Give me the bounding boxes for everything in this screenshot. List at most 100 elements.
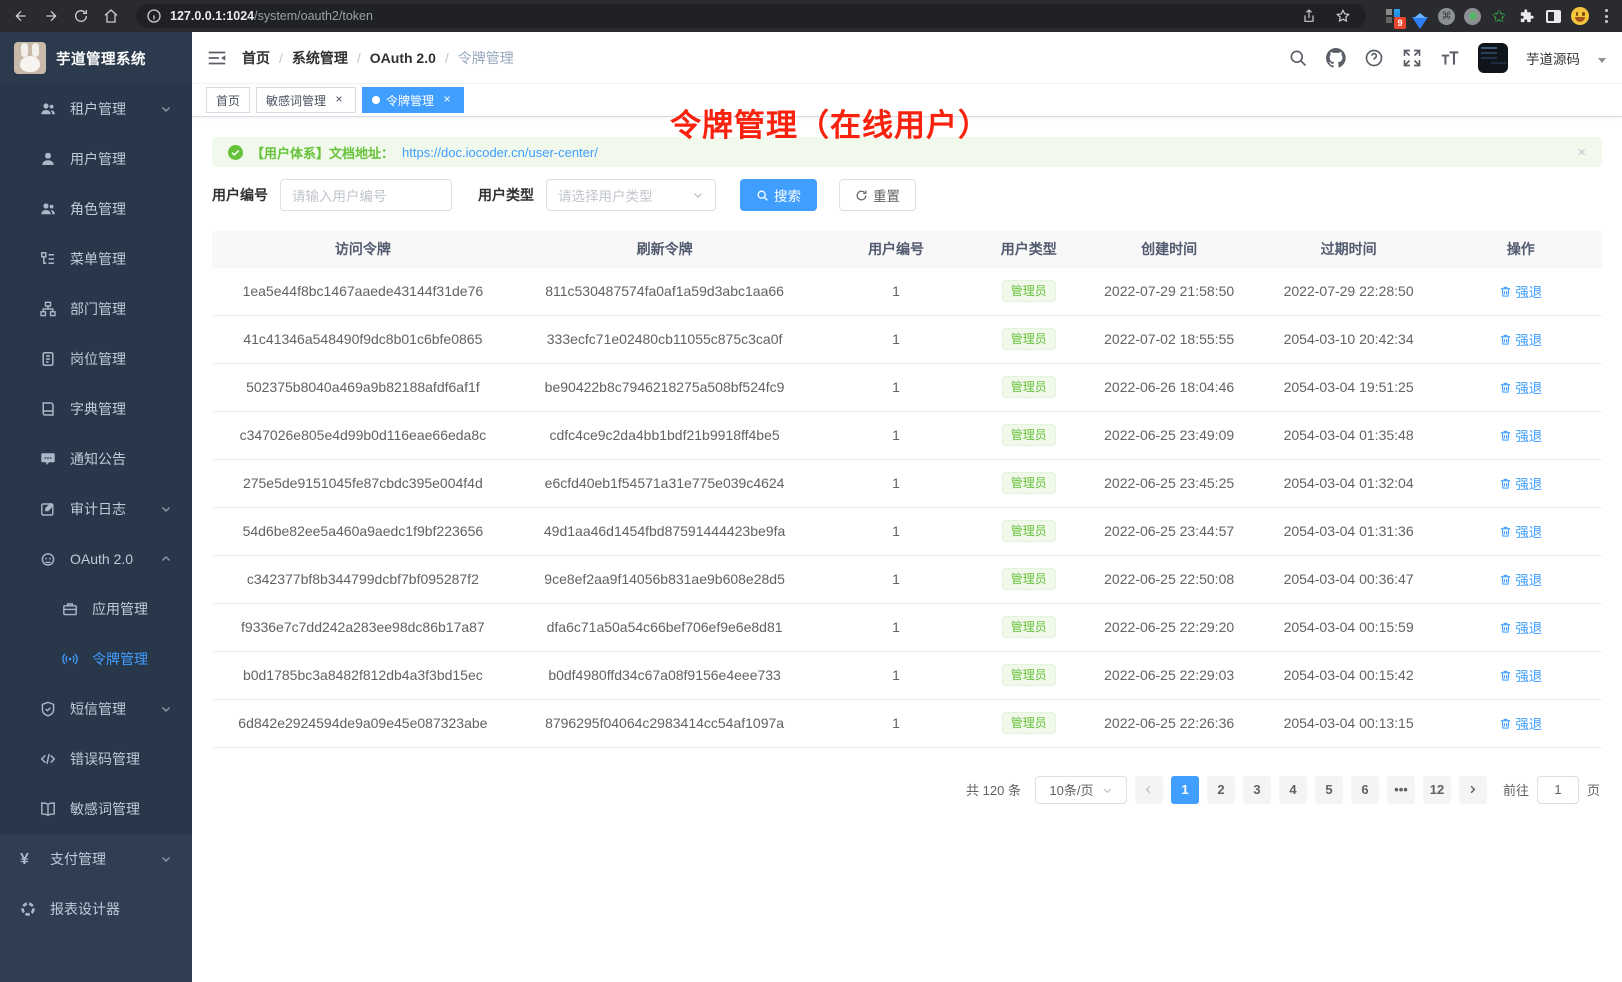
breadcrumb-item[interactable]: OAuth 2.0 [370, 50, 436, 66]
app-logo[interactable]: 芋道管理系统 [0, 32, 192, 84]
search-button[interactable]: 搜索 [740, 179, 817, 211]
sidebar-item-sms[interactable]: 短信管理 [0, 684, 192, 734]
user-id-input[interactable]: 请输入用户编号 [280, 179, 452, 211]
extensions-puzzle-icon[interactable] [1517, 7, 1535, 25]
page-button-12[interactable]: 12 [1423, 776, 1451, 804]
user-avatar[interactable] [1478, 43, 1508, 73]
sidebar-item-pay[interactable]: ¥支付管理 [0, 834, 192, 884]
user-type-badge: 管理员 [1002, 616, 1056, 638]
next-page-button[interactable] [1459, 776, 1487, 804]
tab-敏感词管理[interactable]: 敏感词管理× [256, 87, 356, 113]
force-logout-button[interactable]: 强退 [1499, 377, 1542, 397]
cell-created: 2022-06-25 22:29:20 [1081, 603, 1258, 651]
cell-action: 强退 [1440, 651, 1602, 699]
user-icon [40, 151, 56, 167]
sidebar-item-dept[interactable]: 部门管理 [0, 284, 192, 334]
page-button-4[interactable]: 4 [1279, 776, 1307, 804]
extension-star-icon[interactable]: ✩ [1490, 7, 1508, 25]
sidebar-item-menu[interactable]: 菜单管理 [0, 234, 192, 284]
sidebar-item-notice[interactable]: 通知公告 [0, 434, 192, 484]
page-button-2[interactable]: 2 [1207, 776, 1235, 804]
bookmark-star-icon[interactable] [1330, 3, 1356, 29]
prev-page-button[interactable] [1135, 776, 1163, 804]
sidebar-item-label: 令牌管理 [92, 649, 148, 669]
sidebar-item-oauth2-token[interactable]: 令牌管理 [0, 634, 192, 684]
sidebar-item-errcode[interactable]: 错误码管理 [0, 734, 192, 784]
cell-user-type: 管理员 [977, 459, 1081, 507]
extension-record-icon[interactable] [1464, 8, 1481, 25]
page-ellipsis[interactable]: ••• [1387, 776, 1415, 804]
user-caret-down-icon[interactable] [1598, 58, 1606, 63]
sidebar-item-label: 审计日志 [70, 499, 126, 519]
sidebar-item-user[interactable]: 用户管理 [0, 134, 192, 184]
page-button-3[interactable]: 3 [1243, 776, 1271, 804]
reload-icon[interactable] [68, 3, 94, 29]
sidebar-item-oauth2-app[interactable]: 应用管理 [0, 584, 192, 634]
tab-令牌管理[interactable]: 令牌管理× [362, 87, 464, 113]
browser-menu-icon[interactable] [1599, 9, 1614, 23]
share-icon[interactable] [1296, 3, 1322, 29]
forward-icon[interactable] [38, 3, 64, 29]
extension-command-icon[interactable]: ⌘ [1438, 8, 1455, 25]
github-icon[interactable] [1326, 48, 1346, 68]
page-button-5[interactable]: 5 [1315, 776, 1343, 804]
address-bar[interactable]: 127.0.0.1:1024/system/oauth2/token [136, 4, 1366, 28]
info-icon[interactable] [146, 8, 162, 24]
sidebar-item-label: 字典管理 [70, 399, 126, 419]
force-logout-label: 强退 [1515, 473, 1542, 493]
extension-sidepanel-icon[interactable] [1544, 7, 1562, 25]
alert-doc-link[interactable]: https://doc.iocoder.cn/user-center/ [402, 145, 598, 160]
cell-refresh: b0df4980ffd34c67a08f9156e4eee733 [514, 651, 816, 699]
profile-emoji-icon[interactable] [1571, 7, 1589, 25]
breadcrumb-item[interactable]: 系统管理 [292, 48, 348, 68]
sidebar-collapse-icon[interactable] [206, 47, 228, 69]
force-logout-button[interactable]: 强退 [1499, 329, 1542, 349]
tab-close-icon[interactable]: × [440, 93, 454, 107]
tab-首页[interactable]: 首页 [206, 87, 250, 113]
sidebar-item-sensitive[interactable]: 敏感词管理 [0, 784, 192, 834]
tab-close-icon[interactable]: × [332, 93, 346, 107]
cell-action: 强退 [1440, 459, 1602, 507]
cell-user-type: 管理员 [977, 603, 1081, 651]
table-row: 41c41346a548490f9dc8b01c6bfe0865333ecfc7… [212, 315, 1602, 363]
table-row: 275e5de9151045fe87cbdc395e004f4de6cfd40e… [212, 459, 1602, 507]
page-size-select[interactable]: 10条/页 [1035, 776, 1127, 804]
sidebar-item-report[interactable]: 报表设计器 [0, 884, 192, 934]
sidebar-item-post[interactable]: 岗位管理 [0, 334, 192, 384]
roles-icon [40, 201, 56, 217]
sidebar-item-oauth2[interactable]: OAuth 2.0 [0, 534, 192, 584]
page-button-6[interactable]: 6 [1351, 776, 1379, 804]
page-button-1[interactable]: 1 [1171, 776, 1199, 804]
cell-user_id: 1 [815, 651, 976, 699]
goto-page-input[interactable]: 1 [1537, 776, 1579, 804]
sidebar-item-role[interactable]: 角色管理 [0, 184, 192, 234]
sidebar-item-tenant[interactable]: 租户管理 [0, 84, 192, 134]
table-row: 1ea5e44f8bc1467aaede43144f31de76811c5304… [212, 267, 1602, 315]
force-logout-button[interactable]: 强退 [1499, 281, 1542, 301]
force-logout-button[interactable]: 强退 [1499, 473, 1542, 493]
font-size-icon[interactable] [1440, 48, 1460, 68]
extension-gem-icon[interactable] [1411, 7, 1429, 25]
force-logout-button[interactable]: 强退 [1499, 713, 1542, 733]
search-icon[interactable] [1288, 48, 1308, 68]
help-icon[interactable] [1364, 48, 1384, 68]
force-logout-label: 强退 [1515, 377, 1542, 397]
force-logout-button[interactable]: 强退 [1499, 617, 1542, 637]
force-logout-button[interactable]: 强退 [1499, 425, 1542, 445]
force-logout-button[interactable]: 强退 [1499, 569, 1542, 589]
breadcrumb-item[interactable]: 首页 [242, 48, 270, 68]
sidebar-item-dict[interactable]: 字典管理 [0, 384, 192, 434]
cell-user-type: 管理员 [977, 267, 1081, 315]
back-icon[interactable] [8, 3, 34, 29]
force-logout-button[interactable]: 强退 [1499, 521, 1542, 541]
home-icon[interactable] [98, 3, 124, 29]
alert-close-icon[interactable]: × [1577, 144, 1586, 161]
reset-button[interactable]: 重置 [839, 179, 916, 211]
extension-grid-icon[interactable]: 9 [1384, 7, 1402, 25]
force-logout-button[interactable]: 强退 [1499, 665, 1542, 685]
user-type-select[interactable]: 请选择用户类型 [546, 179, 716, 211]
sidebar-item-label: 敏感词管理 [70, 799, 140, 819]
sidebar-item-audit-log[interactable]: 审计日志 [0, 484, 192, 534]
fullscreen-icon[interactable] [1402, 48, 1422, 68]
cell-access: f9336e7c7dd242a283ee98dc86b17a87 [212, 603, 514, 651]
